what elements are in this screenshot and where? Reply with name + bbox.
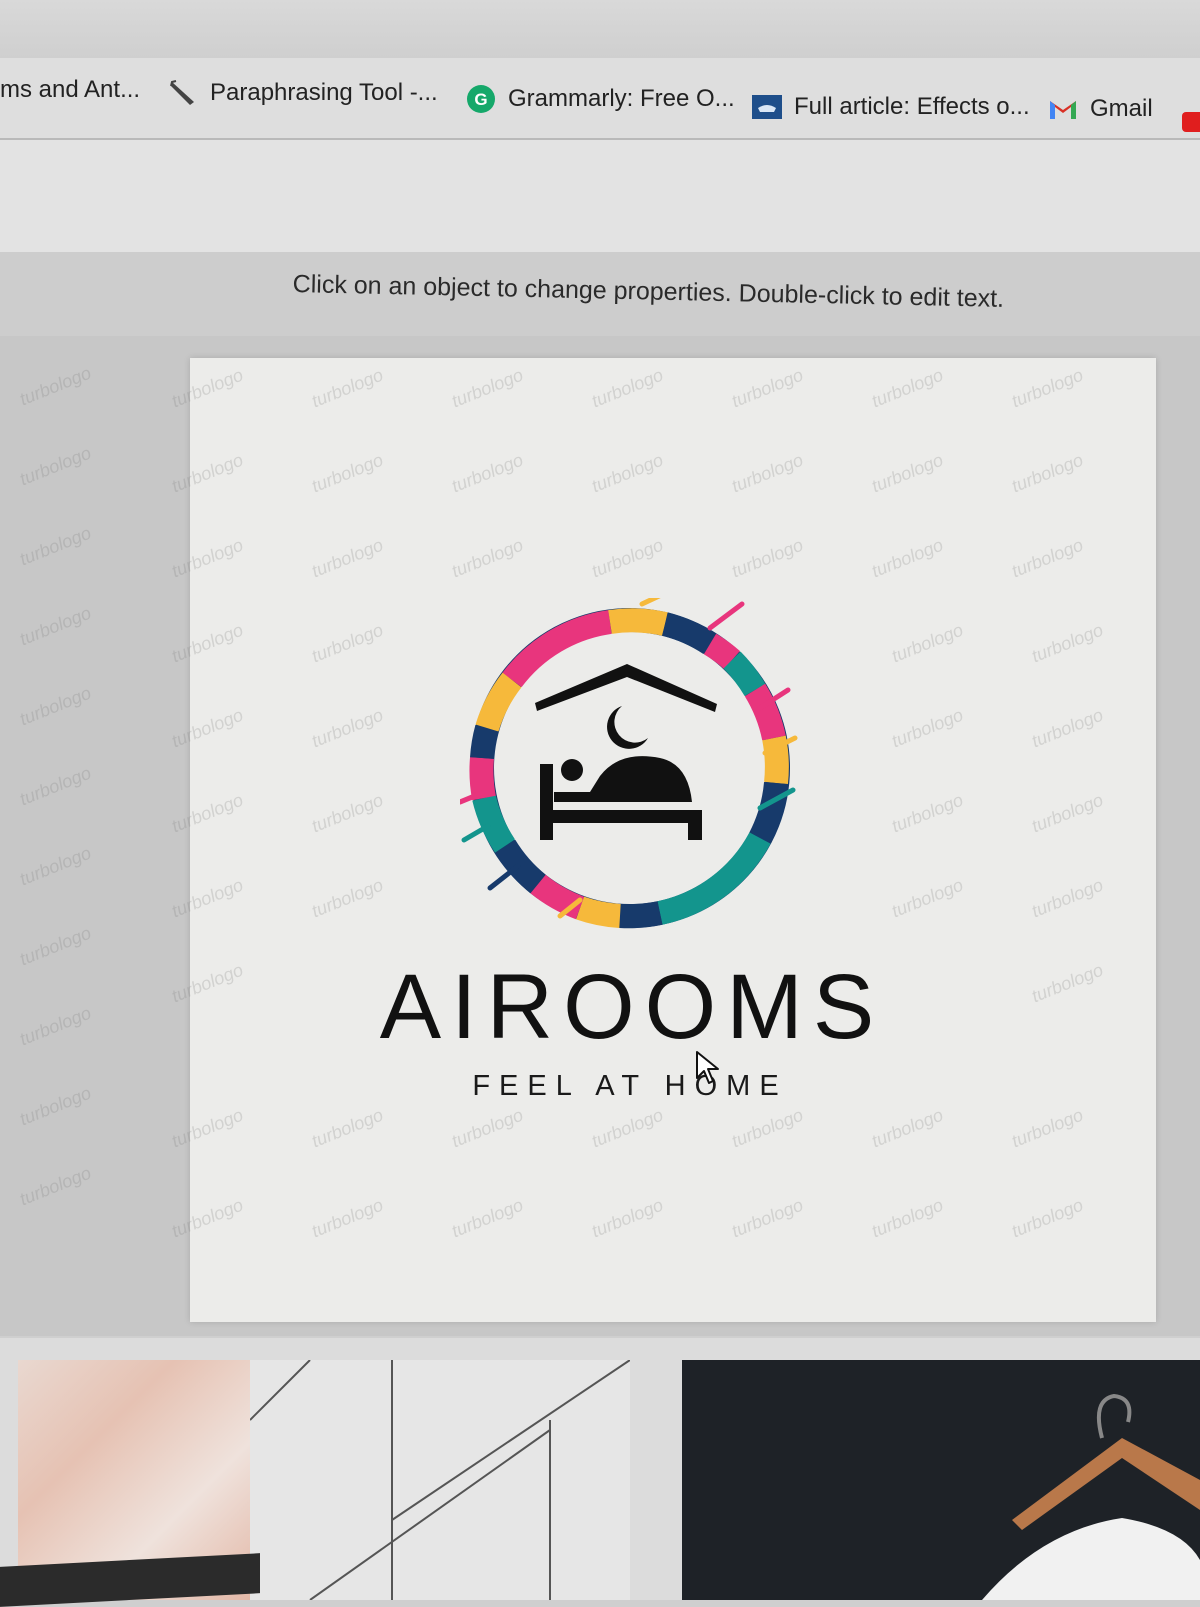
ring-segment-pink (744, 683, 786, 741)
editor-toolbar-area (0, 140, 1200, 252)
watermark: turbologo (588, 364, 666, 412)
article-icon (752, 92, 782, 122)
grammarly-icon: G (466, 84, 496, 114)
watermark: turbologo (888, 704, 966, 752)
watermark: turbologo (308, 449, 386, 497)
watermark: turbologo (868, 449, 946, 497)
ring-segment-navy (494, 839, 546, 894)
watermark: turbologo (868, 534, 946, 582)
watermark: turbologo (588, 1104, 666, 1152)
watermark: turbologo (1008, 449, 1086, 497)
bookmark-item[interactable]: ms and Ant... (0, 76, 140, 104)
bookmark-grammarly[interactable]: G Grammarly: Free O... (466, 84, 735, 114)
house-roof-icon (535, 664, 717, 712)
ring-streak (639, 587, 675, 607)
ring-segment-navy (661, 612, 717, 655)
watermark: turbologo (308, 874, 386, 922)
logo-brand-name[interactable]: AIROOMS (322, 955, 942, 1060)
ring-segment-yellow (576, 896, 622, 928)
watermark: turbologo (728, 449, 806, 497)
watermark: turbologo (728, 1104, 806, 1152)
youtube-icon[interactable] (1182, 112, 1200, 132)
bookmark-label: Full article: Effects o... (794, 93, 1030, 120)
watermark: turbologo (868, 1104, 946, 1152)
bookmark-label: Grammarly: Free O... (508, 85, 735, 112)
watermark: turbologo (16, 602, 94, 650)
template-thumbnail[interactable] (250, 1360, 630, 1600)
watermark: turbologo (728, 534, 806, 582)
gmail-icon (1048, 94, 1078, 124)
watermark: turbologo (1028, 959, 1106, 1007)
watermark: turbologo (448, 1104, 526, 1152)
ring-segment-pink (502, 610, 612, 688)
ring-segment-navy (470, 724, 499, 760)
ring-segment-teal (657, 832, 771, 925)
watermark: turbologo (448, 534, 526, 582)
watermark: turbologo (1008, 534, 1086, 582)
moon-icon (607, 706, 648, 749)
watermark: turbologo (1028, 789, 1106, 837)
watermark: turbologo (308, 619, 386, 667)
ring-segment-teal (723, 651, 766, 697)
watermark: turbologo (16, 762, 94, 810)
watermark: turbologo (888, 619, 966, 667)
watermark: turbologo (1008, 1104, 1086, 1152)
watermark: turbologo (448, 1194, 526, 1242)
watermark: turbologo (308, 1194, 386, 1242)
watermark: turbologo (16, 522, 94, 570)
watermark: turbologo (448, 449, 526, 497)
template-thumbnail[interactable] (682, 1360, 1200, 1600)
watermark: turbologo (16, 922, 94, 970)
ring-segment-teal (472, 794, 516, 853)
watermark: turbologo (308, 364, 386, 412)
watermark: turbologo (16, 842, 94, 890)
watermark: turbologo (728, 364, 806, 412)
watermark: turbologo (308, 534, 386, 582)
watermark: turbologo (16, 442, 94, 490)
ring-segment-pink (703, 633, 740, 670)
ring-segment-navy (619, 901, 663, 929)
logo-emblem[interactable] (457, 587, 810, 938)
bookmark-label: ms and Ant... (0, 76, 141, 103)
bookmark-label: Paraphrasing Tool -... (210, 79, 438, 106)
logo-tagline[interactable]: FEEL AT HOME (470, 1070, 790, 1103)
ring-segment-yellow (475, 672, 522, 732)
watermark: turbologo (16, 1082, 94, 1130)
ring-segment-yellow (608, 608, 668, 636)
watermark: turbologo (588, 534, 666, 582)
browser-tab-strip (0, 0, 1200, 58)
watermark: turbologo (728, 1194, 806, 1242)
bookmarks-bar: ms and Ant... Paraphrasing Tool -... G G… (0, 58, 1200, 140)
bookmark-label: Gmail (1090, 95, 1153, 122)
watermark: turbologo (16, 362, 94, 410)
watermark: turbologo (448, 364, 526, 412)
watermark: turbologo (868, 1194, 946, 1242)
watermark: turbologo (1028, 619, 1106, 667)
watermark: turbologo (588, 1194, 666, 1242)
watermark: turbologo (1028, 704, 1106, 752)
watermark: turbologo (16, 1162, 94, 1210)
watermark: turbologo (1008, 1194, 1086, 1242)
watermark: turbologo (308, 789, 386, 837)
watermark: turbologo (16, 1002, 94, 1050)
watermark: turbologo (308, 704, 386, 752)
watermark: turbologo (868, 364, 946, 412)
ring-segment-navy (749, 781, 788, 844)
watermark: turbologo (1028, 874, 1106, 922)
mouse-cursor-icon (695, 1050, 721, 1091)
watermark: turbologo (888, 874, 966, 922)
watermark: turbologo (1008, 364, 1086, 412)
watermark: turbologo (888, 789, 966, 837)
watermark: turbologo (16, 682, 94, 730)
watermark: turbologo (308, 1104, 386, 1152)
svg-text:G: G (474, 90, 487, 109)
bookmark-full-article[interactable]: Full article: Effects o... (752, 92, 1030, 122)
quill-icon (168, 78, 198, 108)
watermark: turbologo (588, 449, 666, 497)
bookmark-paraphrasing[interactable]: Paraphrasing Tool -... (168, 78, 438, 108)
sleeping-bed-icon (540, 756, 702, 840)
bookmark-gmail[interactable]: Gmail (1048, 94, 1153, 124)
ring-streak (707, 601, 745, 631)
